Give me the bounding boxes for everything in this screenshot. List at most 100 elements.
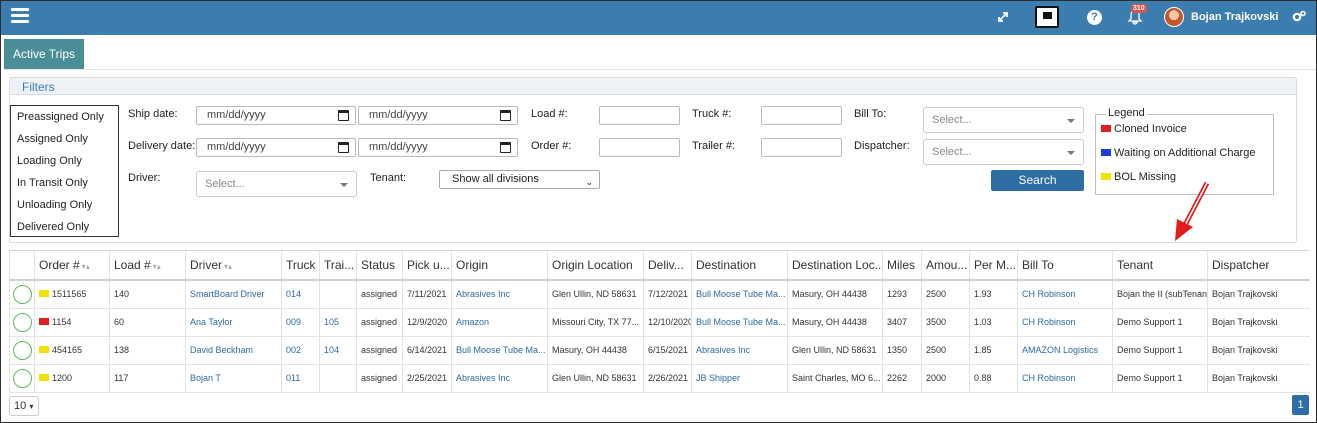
- page-button-1[interactable]: 1: [1292, 395, 1309, 415]
- row-select[interactable]: [9, 364, 35, 393]
- table-row[interactable]: 1154 60 Ana Taylor 009 105 assigned 12/9…: [9, 308, 1310, 337]
- cell-origin[interactable]: Abrasives Inc: [451, 280, 548, 309]
- cell-driver[interactable]: David Beckham: [185, 336, 282, 365]
- col-truck[interactable]: Truck: [281, 251, 320, 281]
- row-select[interactable]: [9, 308, 35, 337]
- col-origin-location[interactable]: Origin Location: [547, 251, 644, 281]
- cell-trailer[interactable]: 105: [319, 308, 357, 337]
- calendar-icon[interactable]: [338, 142, 349, 153]
- calendar-icon[interactable]: [500, 110, 511, 121]
- cell-truck[interactable]: 014: [281, 280, 320, 309]
- cell-driver[interactable]: SmartBoard Driver: [185, 280, 282, 309]
- col-pickup[interactable]: Pick u...: [402, 251, 452, 281]
- table-row[interactable]: 1511565 140 SmartBoard Driver 014 assign…: [9, 280, 1310, 309]
- col-load[interactable]: Load # ▾▴: [109, 251, 186, 281]
- page-size-select[interactable]: 10 ▾: [9, 396, 39, 416]
- col-destination-location[interactable]: Destination Loc...: [787, 251, 883, 281]
- col-label: Load #: [114, 258, 151, 272]
- ship-date-to-input[interactable]: mm/dd/yyyy: [358, 106, 518, 125]
- load-number-input[interactable]: [599, 106, 680, 125]
- quick-filter-unloading[interactable]: Unloading Only: [11, 194, 118, 216]
- col-per-mile[interactable]: Per M...: [969, 251, 1018, 281]
- quick-filter-assigned[interactable]: Assigned Only: [11, 128, 118, 150]
- col-status[interactable]: Status: [356, 251, 403, 281]
- select-circle-icon[interactable]: [13, 284, 32, 304]
- cell-origin[interactable]: Bull Moose Tube Ma...: [451, 336, 548, 365]
- quick-filter-preassigned[interactable]: Preassigned Only: [11, 106, 118, 128]
- col-bill-to[interactable]: Bill To: [1017, 251, 1113, 281]
- cell-dispatcher: Bojan Trajkovski: [1207, 280, 1310, 309]
- cell-per-mile: 1.03: [969, 308, 1018, 337]
- cell-destination[interactable]: JB Shipper: [691, 364, 788, 393]
- cell-trailer[interactable]: [319, 280, 357, 309]
- driver-select[interactable]: Select...: [196, 171, 357, 197]
- col-driver[interactable]: Driver ▾▴: [185, 251, 282, 281]
- cell-destination[interactable]: Bull Moose Tube Ma...: [691, 280, 788, 309]
- search-button[interactable]: Search: [991, 170, 1084, 191]
- select-circle-icon[interactable]: [13, 312, 32, 332]
- tab-active-trips[interactable]: Active Trips: [4, 39, 84, 69]
- user-name[interactable]: Bojan Trajkovski: [1191, 11, 1278, 23]
- delivery-date-to-input[interactable]: mm/dd/yyyy: [358, 138, 518, 157]
- col-tenant[interactable]: Tenant: [1112, 251, 1208, 281]
- quick-filter-delivered[interactable]: Delivered Only: [11, 216, 118, 238]
- row-select[interactable]: [9, 280, 35, 309]
- quick-filter-in-transit[interactable]: In Transit Only: [11, 172, 118, 194]
- table-row[interactable]: 454165 138 David Beckham 002 104 assigne…: [9, 336, 1310, 365]
- cell-origin[interactable]: Amazon: [451, 308, 548, 337]
- cell-truck[interactable]: 011: [281, 364, 320, 393]
- help-icon[interactable]: ?: [1087, 10, 1102, 25]
- cell-destination[interactable]: Abrasives Inc: [691, 336, 788, 365]
- cell-origin[interactable]: Abrasives Inc: [451, 364, 548, 393]
- sort-icon[interactable]: ▾▴: [82, 262, 90, 271]
- hamburger-menu-icon[interactable]: [11, 8, 29, 24]
- cell-tenant: Demo Support 1: [1112, 308, 1208, 337]
- col-destination[interactable]: Destination: [691, 251, 788, 281]
- truck-number-input[interactable]: [761, 106, 842, 125]
- select-circle-icon[interactable]: [13, 340, 32, 360]
- table-row[interactable]: 1200 117 Bojan T 011 assigned 2/25/2021 …: [9, 364, 1310, 393]
- cell-bill-to[interactable]: AMAZON Logistics: [1017, 336, 1113, 365]
- row-select[interactable]: [9, 336, 35, 365]
- quick-filter-loading[interactable]: Loading Only: [11, 150, 118, 172]
- sort-icon[interactable]: ▾▴: [224, 262, 232, 271]
- trailer-number-input[interactable]: [761, 138, 842, 157]
- cell-delivery: 12/10/2020: [643, 308, 692, 337]
- cell-trailer[interactable]: 104: [319, 336, 357, 365]
- filters-header[interactable]: Filters: [10, 78, 1296, 95]
- cell-trailer[interactable]: [319, 364, 357, 393]
- cell-origin-location: Masury, OH 44438: [547, 336, 644, 365]
- col-order[interactable]: Order # ▾▴: [34, 251, 110, 281]
- cell-truck[interactable]: 009: [281, 308, 320, 337]
- col-delivery[interactable]: Deliv...: [643, 251, 692, 281]
- dispatcher-select[interactable]: Select...: [923, 139, 1084, 165]
- select-circle-icon[interactable]: [13, 368, 32, 388]
- tenant-select[interactable]: Show all divisions ⌄: [439, 170, 600, 189]
- calendar-icon[interactable]: [338, 110, 349, 121]
- order-number-input[interactable]: [599, 138, 680, 157]
- settings-cogs-icon[interactable]: [1292, 10, 1306, 22]
- cell-driver[interactable]: Ana Taylor: [185, 308, 282, 337]
- filters-title[interactable]: Filters: [22, 80, 55, 94]
- monitor-icon[interactable]: [1035, 6, 1059, 28]
- expand-icon[interactable]: [997, 11, 1009, 23]
- cell-bill-to[interactable]: CH Robinson: [1017, 308, 1113, 337]
- col-miles[interactable]: Miles: [882, 251, 922, 281]
- ship-date-from-input[interactable]: mm/dd/yyyy: [196, 106, 356, 125]
- delivery-date-from-input[interactable]: mm/dd/yyyy: [196, 138, 356, 157]
- bill-to-select[interactable]: Select...: [923, 107, 1084, 133]
- cell-bill-to[interactable]: CH Robinson: [1017, 280, 1113, 309]
- cell-truck[interactable]: 002: [281, 336, 320, 365]
- col-amount[interactable]: Amou...: [921, 251, 970, 281]
- calendar-icon[interactable]: [500, 142, 511, 153]
- col-dispatcher[interactable]: Dispatcher: [1207, 251, 1310, 281]
- sort-icon[interactable]: ▾▴: [153, 262, 161, 271]
- col-trailer[interactable]: Trai...: [319, 251, 357, 281]
- col-origin[interactable]: Origin: [451, 251, 548, 281]
- dispatcher-placeholder: Select...: [932, 146, 972, 158]
- cell-bill-to[interactable]: CH Robinson: [1017, 364, 1113, 393]
- legend-label: Waiting on Additional Charge: [1114, 147, 1256, 159]
- cell-destination[interactable]: Bull Moose Tube Ma...: [691, 308, 788, 337]
- cell-driver[interactable]: Bojan T: [185, 364, 282, 393]
- avatar[interactable]: [1164, 7, 1184, 27]
